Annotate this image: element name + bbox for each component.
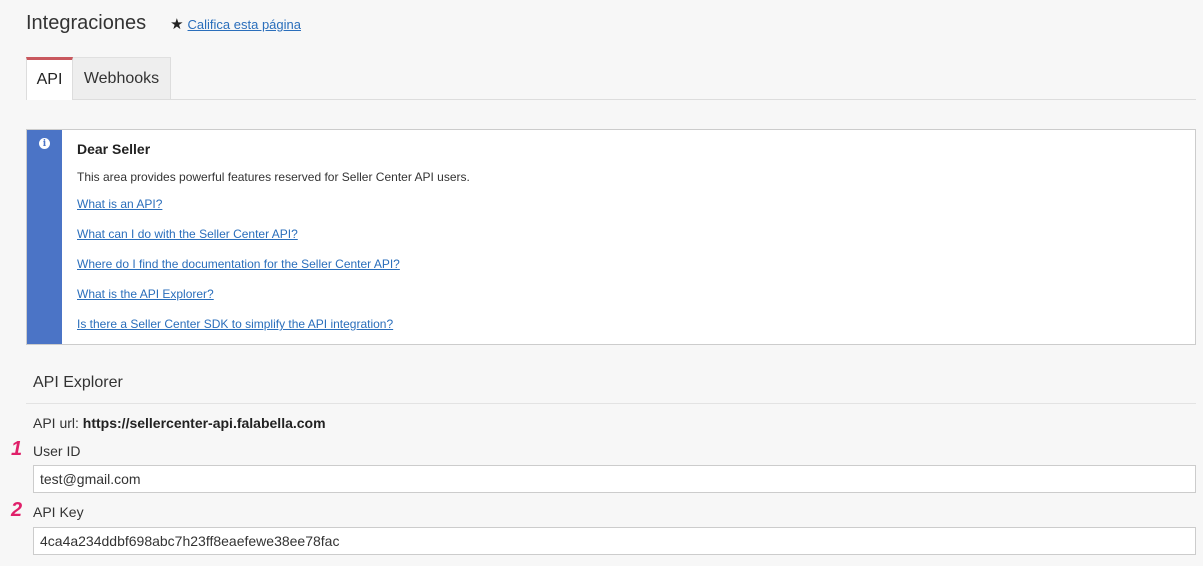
api-url: API url: https://sellercenter-api.falabe… [33, 415, 326, 431]
api-key-label: API Key [33, 504, 84, 520]
user-id-input[interactable] [33, 465, 1196, 493]
tab-bar: API Webhooks [26, 57, 1196, 100]
step-number-2: 2 [11, 499, 23, 521]
info-bar: i [27, 130, 62, 344]
star-icon: ★ [170, 16, 184, 33]
link-documentation[interactable]: Where do I find the documentation for th… [77, 257, 400, 271]
info-description: This area provides powerful features res… [77, 170, 470, 184]
tab-webhooks[interactable]: Webhooks [73, 57, 171, 99]
api-url-value: https://sellercenter-api.falabella.com [82, 415, 326, 431]
link-what-can-i-do[interactable]: What can I do with the Seller Center API… [77, 227, 298, 241]
info-title: Dear Seller [77, 141, 151, 157]
step-number-1: 1 [11, 438, 23, 460]
page-title: Integraciones [26, 12, 147, 34]
api-url-label: API url: [33, 415, 79, 431]
page-header: Integraciones ★ Califica esta página [26, 12, 301, 35]
link-what-is-api[interactable]: What is an API? [77, 197, 162, 211]
tab-api[interactable]: API [26, 57, 73, 100]
divider [26, 403, 1196, 404]
info-icon: i [39, 138, 50, 149]
user-id-label: User ID [33, 443, 81, 459]
api-key-input[interactable] [33, 527, 1196, 555]
link-sdk[interactable]: Is there a Seller Center SDK to simplify… [77, 317, 393, 331]
link-api-explorer[interactable]: What is the API Explorer? [77, 287, 214, 301]
info-panel: i Dear Seller This area provides powerfu… [26, 129, 1196, 345]
api-explorer-title: API Explorer [33, 374, 123, 391]
rate-page[interactable]: ★ Califica esta página [170, 17, 301, 32]
rate-page-link[interactable]: Califica esta página [188, 17, 301, 32]
